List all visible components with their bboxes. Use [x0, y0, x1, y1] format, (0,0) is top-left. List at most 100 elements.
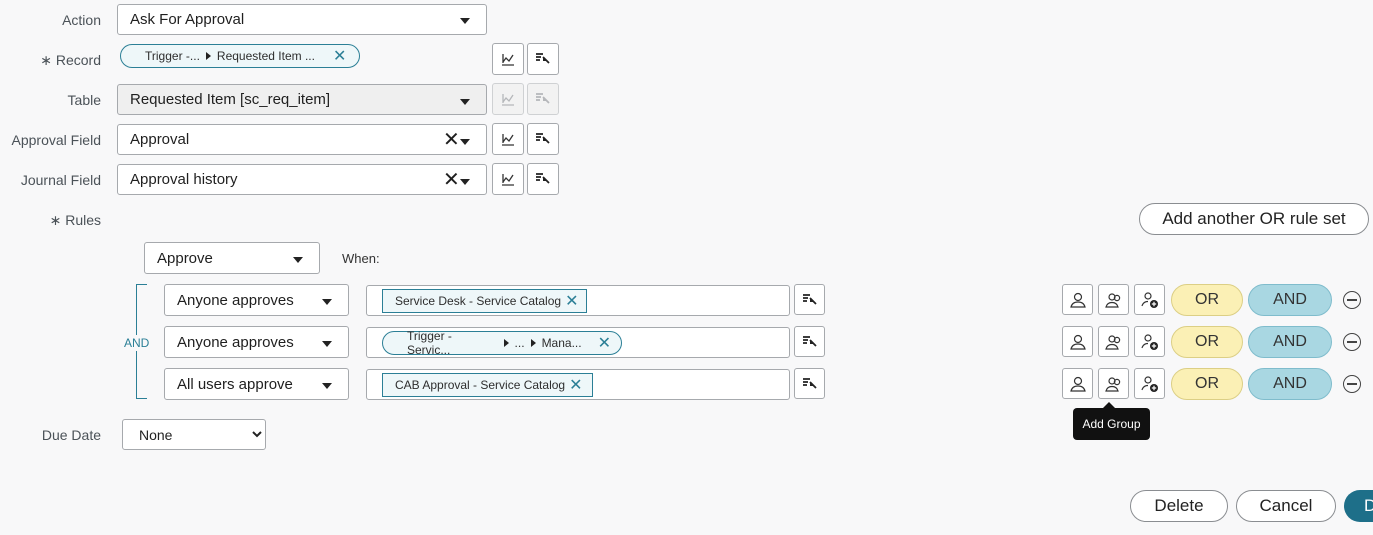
remove-pill-icon[interactable]: ✕: [333, 46, 346, 66]
approval-field-value: Approval: [130, 131, 190, 148]
data-pill-picker-icon: [536, 133, 550, 144]
decision-value: Approve: [157, 249, 213, 267]
and-button[interactable]: AND: [1248, 284, 1332, 316]
and-group-operator: AND: [122, 335, 152, 351]
rule-condition-value: Anyone approves: [177, 333, 294, 351]
remove-tag-icon[interactable]: ✕: [565, 291, 578, 311]
script-toggle-icon: [502, 94, 514, 106]
action-label: Action: [62, 12, 101, 28]
rule-condition-select[interactable]: Anyone approves: [164, 326, 349, 358]
data-pill-picker-icon: [802, 377, 817, 389]
journal-field-label: Journal Field: [20, 172, 101, 188]
record-label: ∗ Record: [0, 52, 101, 69]
and-button[interactable]: AND: [1248, 368, 1332, 400]
chevron-down-icon: [322, 299, 332, 305]
data-pill-picker-icon: [536, 53, 550, 64]
pill-part: Mana...: [541, 336, 582, 350]
rules-label-text: Rules: [65, 212, 101, 228]
group-add-icon: [1140, 375, 1158, 392]
table-data-pill-picker-button: [527, 83, 559, 115]
add-group-button[interactable]: [1134, 284, 1165, 315]
chevron-right-icon: [503, 339, 509, 347]
group-add-icon: [1140, 333, 1158, 350]
data-pill-picker-icon: [802, 335, 817, 347]
remove-pill-icon[interactable]: ✕: [598, 333, 611, 353]
approver-group-tag-text: CAB Approval - Service Catalog: [395, 378, 566, 392]
rule-condition-value: Anyone approves: [177, 291, 294, 309]
journal-field-select[interactable]: Approval history ✕: [117, 164, 487, 195]
users-icon: [1104, 376, 1120, 392]
chevron-down-icon: [293, 257, 303, 263]
rule-data-pill-picker-button[interactable]: [794, 368, 825, 399]
rule-condition-select[interactable]: Anyone approves: [164, 284, 349, 316]
add-users-button[interactable]: [1098, 326, 1129, 357]
rule-condition-select[interactable]: All users approve: [164, 368, 349, 400]
add-user-button[interactable]: [1062, 368, 1093, 399]
rule-data-pill-picker-button[interactable]: [794, 284, 825, 315]
remove-tag-icon[interactable]: ✕: [569, 375, 582, 395]
add-users-button[interactable]: [1098, 284, 1129, 315]
decision-select[interactable]: Approve: [144, 242, 320, 274]
table-value: Requested Item [sc_req_item]: [130, 91, 331, 108]
delete-button[interactable]: Delete: [1130, 490, 1228, 522]
journal-field-value: Approval history: [130, 171, 238, 188]
record-script-toggle-button[interactable]: [492, 43, 524, 75]
action-value: Ask For Approval: [130, 11, 245, 28]
chevron-down-icon: [460, 99, 470, 105]
pill-part: Trigger - Servic...: [407, 329, 452, 357]
add-users-button[interactable]: [1098, 368, 1129, 399]
journal-field-data-pill-picker-button[interactable]: [527, 163, 559, 195]
approval-field-script-toggle-button[interactable]: [492, 123, 524, 155]
due-date-select[interactable]: None: [122, 419, 266, 450]
clear-icon[interactable]: ✕: [443, 170, 460, 190]
approver-group-tag-text: Service Desk - Service Catalog: [395, 294, 562, 308]
journal-field-script-toggle-button[interactable]: [492, 163, 524, 195]
or-button[interactable]: OR: [1171, 326, 1243, 358]
approval-field-label: Approval Field: [11, 132, 102, 148]
minus-circle-icon[interactable]: [1343, 375, 1361, 393]
and-button[interactable]: AND: [1248, 326, 1332, 358]
approver-group-tag[interactable]: CAB Approval - Service Catalog ✕: [382, 373, 593, 397]
chevron-down-icon: [322, 341, 332, 347]
cancel-button[interactable]: Cancel: [1236, 490, 1336, 522]
script-toggle-icon: [502, 174, 514, 186]
rule-condition-value: All users approve: [177, 375, 293, 393]
group-add-icon: [1140, 291, 1158, 308]
minus-circle-icon[interactable]: [1343, 333, 1361, 351]
approval-field-select[interactable]: Approval ✕: [117, 124, 487, 155]
record-data-pill-picker-button[interactable]: [527, 43, 559, 75]
approver-data-pill[interactable]: Trigger - Servic... ... Mana... ✕: [382, 329, 622, 357]
rule-approvers-field[interactable]: CAB Approval - Service Catalog ✕: [366, 369, 790, 400]
user-icon: [1069, 334, 1086, 350]
data-pill-picker-icon: [802, 293, 817, 305]
add-or-rule-set-button[interactable]: Add another OR rule set: [1139, 203, 1369, 235]
clear-icon[interactable]: ✕: [443, 130, 460, 150]
users-icon: [1104, 292, 1120, 308]
record-label-text: Record: [55, 52, 101, 68]
add-user-button[interactable]: [1062, 326, 1093, 357]
table-select[interactable]: Requested Item [sc_req_item]: [117, 84, 487, 115]
or-button[interactable]: OR: [1171, 284, 1243, 316]
approver-group-tag[interactable]: Service Desk - Service Catalog ✕: [382, 289, 587, 313]
approval-field-data-pill-picker-button[interactable]: [527, 123, 559, 155]
user-icon: [1069, 292, 1086, 308]
when-label: When:: [342, 251, 380, 266]
rule-data-pill-picker-button[interactable]: [794, 326, 825, 357]
rules-label: ∗ Rules: [0, 212, 101, 229]
data-pill-picker-icon: [536, 93, 550, 104]
add-group-tooltip: Add Group: [1073, 402, 1150, 440]
rule-approvers-field[interactable]: Trigger - Servic... ... Mana... ✕: [366, 327, 790, 358]
done-button[interactable]: D: [1344, 490, 1373, 522]
rule-approvers-field[interactable]: Service Desk - Service Catalog ✕: [366, 285, 790, 316]
add-group-button[interactable]: [1134, 326, 1165, 357]
add-group-button[interactable]: [1134, 368, 1165, 399]
record-pill-part1: Trigger -...: [145, 49, 200, 63]
action-select[interactable]: Ask For Approval: [117, 4, 487, 35]
minus-circle-icon[interactable]: [1343, 291, 1361, 309]
or-button[interactable]: OR: [1171, 368, 1243, 400]
chevron-down-icon: [460, 139, 470, 145]
record-data-pill[interactable]: Trigger -... Requested Item ... ✕: [120, 44, 360, 68]
add-user-button[interactable]: [1062, 284, 1093, 315]
chevron-down-icon: [322, 383, 332, 389]
chevron-down-icon: [460, 18, 470, 24]
